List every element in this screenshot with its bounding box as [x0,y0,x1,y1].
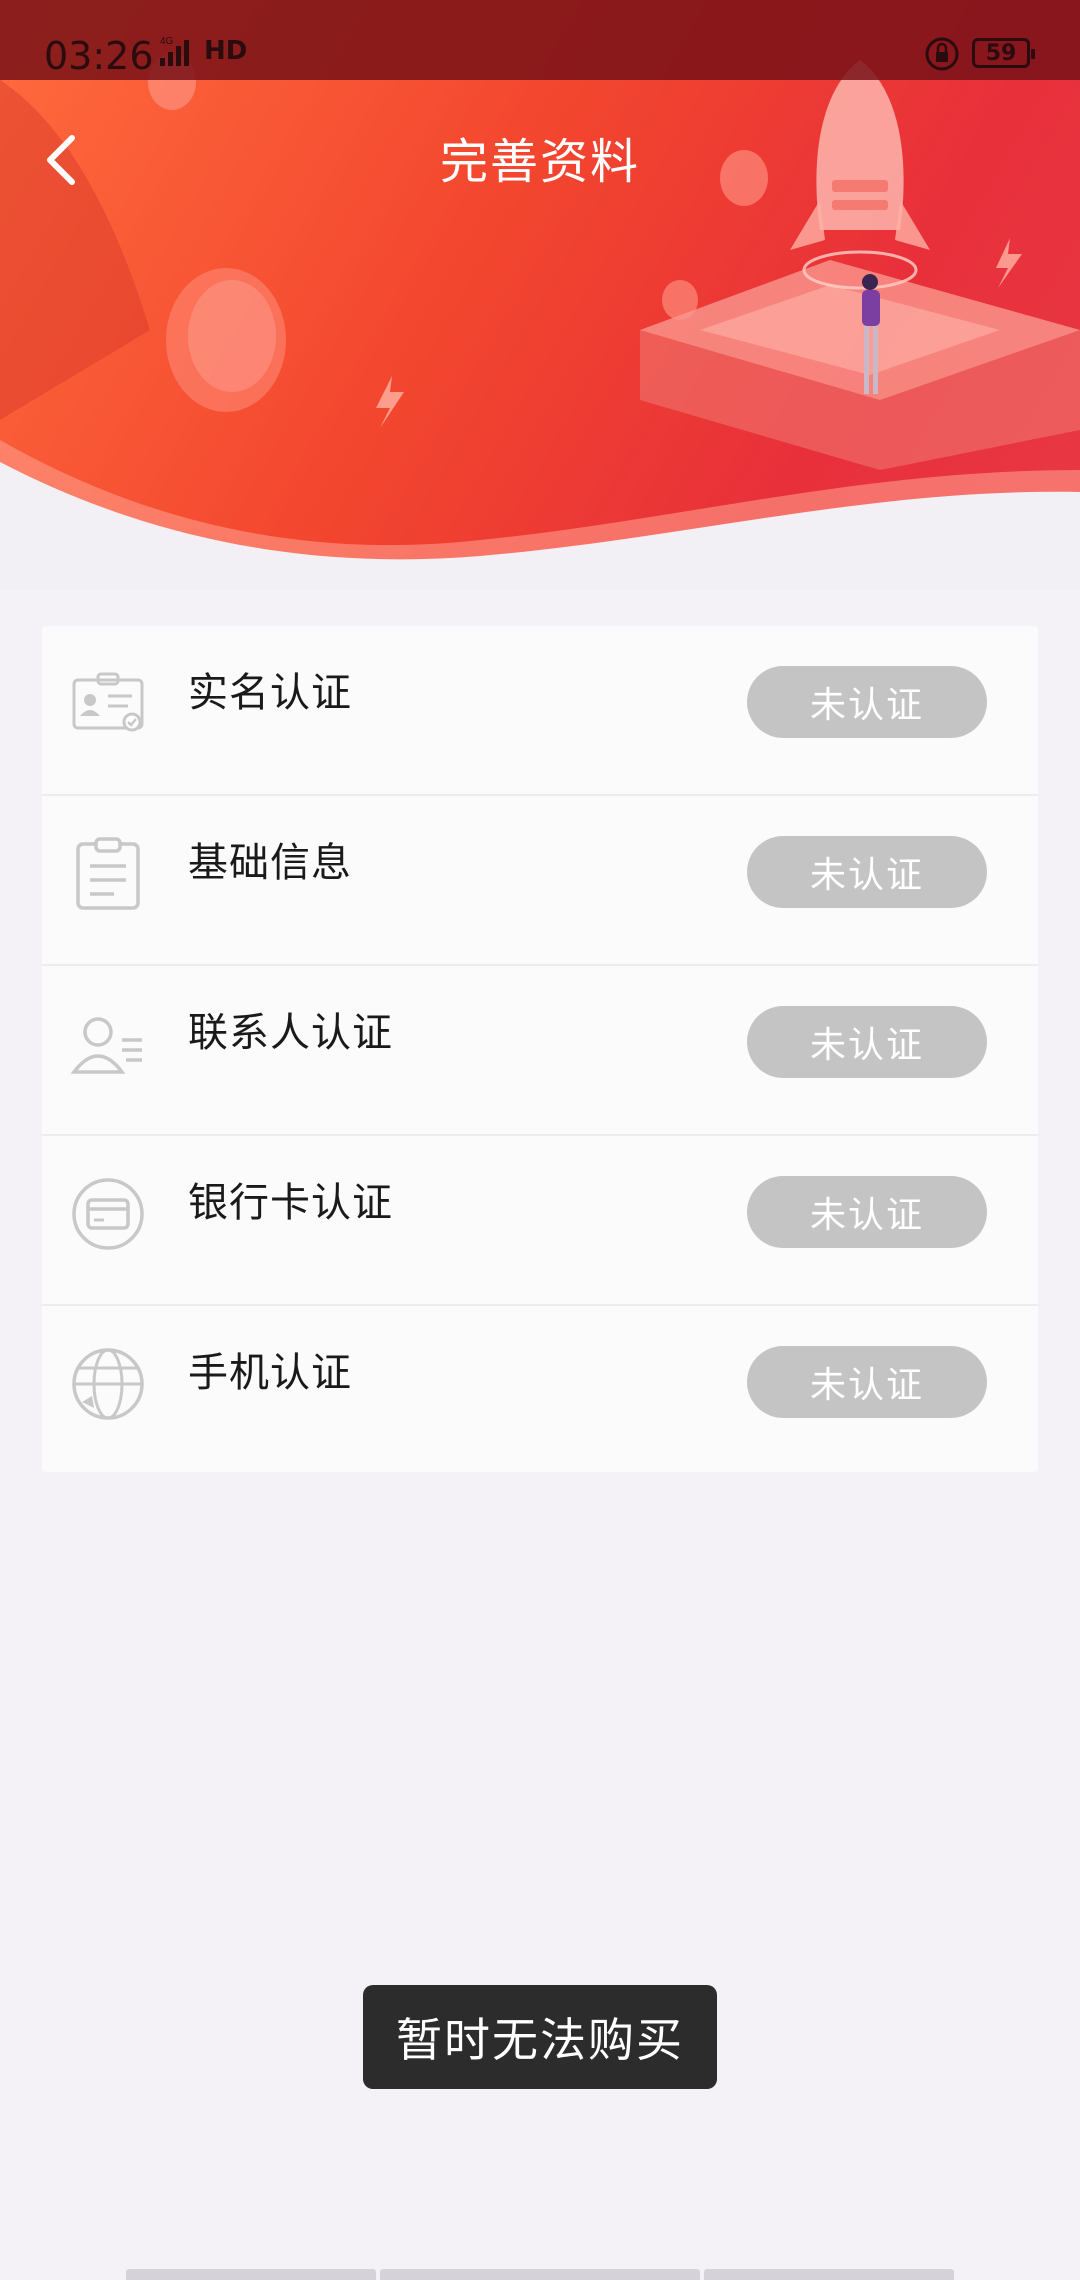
bank-card-icon [72,1178,144,1250]
list-item-real-name[interactable]: 实名认证 未认证 [42,626,1038,796]
globe-phone-icon [72,1348,144,1420]
status-button[interactable]: 未认证 [747,1346,987,1418]
status-button[interactable]: 未认证 [747,836,987,908]
list-item-bank-card[interactable]: 银行卡认证 未认证 [42,1136,1038,1306]
status-bar: 03:26 4G HD 59 [0,0,1080,80]
nav-bar-segment-left [126,2269,376,2280]
list-item-phone[interactable]: 手机认证 未认证 [42,1306,1038,1476]
id-card-icon [72,672,144,732]
page-title: 完善资料 [439,134,640,190]
hd-indicator: HD [204,36,248,66]
lock-icon [925,37,959,71]
battery-indicator: 59 [972,38,1035,68]
nav-bar-segment-right [704,2269,954,2280]
nav-bar-segment-middle [380,2269,700,2280]
status-button[interactable]: 未认证 [747,1176,987,1248]
svg-text:4G: 4G [160,36,174,47]
status-button[interactable]: 未认证 [747,1006,987,1078]
status-button[interactable]: 未认证 [747,666,987,738]
list-item-basic-info[interactable]: 基础信息 未认证 [42,796,1038,966]
header-banner: 03:26 4G HD 59 完善资料 [0,0,1080,590]
screen: 03:26 4G HD 59 完善资料 实名认证 未认证 基础信息 未认证 联系… [0,0,1080,2280]
clipboard-icon [76,837,140,910]
list-item-label: 联系人认证 [188,1010,393,1056]
list-item-label: 基础信息 [188,840,352,886]
list-item-label: 手机认证 [188,1350,352,1396]
list-item-contacts[interactable]: 联系人认证 未认证 [42,966,1038,1136]
toast-message: 暂时无法购买 [363,1985,717,2089]
signal-icon: 4G [160,36,189,66]
status-time: 03:26 [44,34,154,78]
contact-person-icon [70,1017,142,1074]
rocket-illustration [0,54,1080,590]
list-item-label: 银行卡认证 [188,1180,393,1226]
verification-list: 实名认证 未认证 基础信息 未认证 联系人认证 未认证 银行卡认证 未认证 手机… [42,626,1038,1472]
list-item-label: 实名认证 [188,670,352,716]
